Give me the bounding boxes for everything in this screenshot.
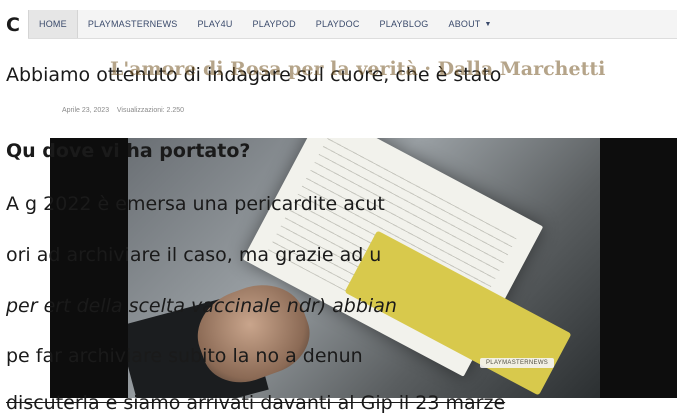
nav-home[interactable]: HOME bbox=[28, 10, 78, 38]
bg-p5: discuterla e siamo arrivati davanti al G… bbox=[6, 392, 506, 414]
chevron-down-icon: ▼ bbox=[484, 20, 492, 28]
photo-watermark: PLAYMASTERNEWS bbox=[480, 358, 555, 368]
article-views: Visualizzazioni: 2.250 bbox=[116, 107, 185, 114]
article-meta: Aprile 23, 2023 Visualizzazioni: 2.250 bbox=[62, 107, 184, 114]
top-navbar: HOME PLAYMASTERNEWS PLAY4U PLAYPOD PLAYD… bbox=[28, 10, 677, 39]
nav-playblog[interactable]: PLAYBLOG bbox=[370, 10, 439, 38]
nav-playpod[interactable]: PLAYPOD bbox=[243, 10, 306, 38]
bg-p1: A g 2022 è emersa una pericardite acut bbox=[6, 193, 385, 215]
bg-p2: ori ad archiviare il caso, ma grazie ad … bbox=[6, 244, 382, 266]
bg-p4: pe far archiviare subito la no a denun bbox=[6, 345, 363, 367]
nav-playdoc[interactable]: PLAYDOC bbox=[306, 10, 370, 38]
article-title: L'amore di Rosa per la verità · Dalla Ma… bbox=[110, 58, 606, 80]
bg-p3: per ert della scelta vaccinale ndr) abbi… bbox=[6, 295, 397, 317]
nav-play4u[interactable]: PLAY4U bbox=[187, 10, 242, 38]
article-date: Aprile 23, 2023 bbox=[62, 107, 110, 114]
nav-about[interactable]: ABOUT ▼ bbox=[439, 10, 502, 38]
bg-question: Qu dove vi ha portato? bbox=[6, 140, 251, 162]
nav-about-label: ABOUT bbox=[448, 19, 481, 29]
nav-playmasternews[interactable]: PLAYMASTERNEWS bbox=[78, 10, 188, 38]
